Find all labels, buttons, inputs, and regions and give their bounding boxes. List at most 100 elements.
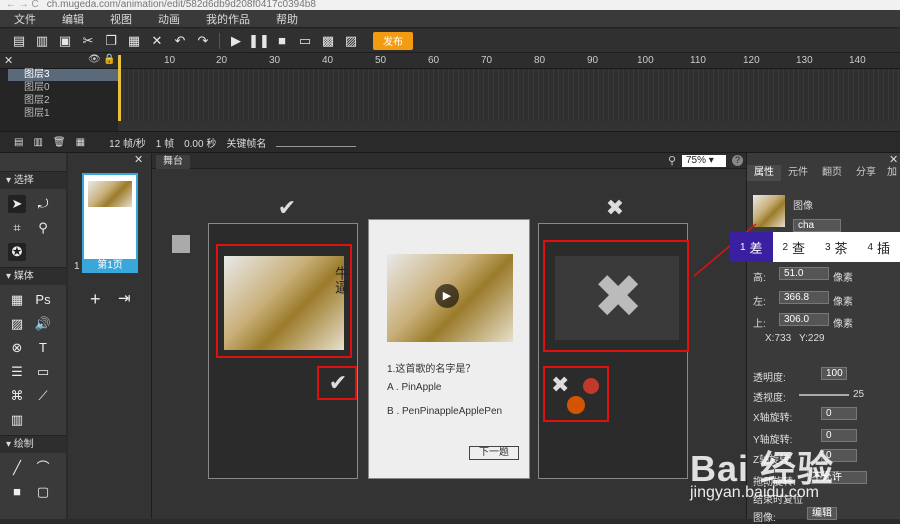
list-icon[interactable]: ☰ (8, 363, 26, 381)
element-name-input[interactable]: cha (793, 219, 841, 232)
section-media[interactable]: ▾ 媒体 (0, 267, 66, 285)
media-tool-icon[interactable]: ✪ (8, 243, 26, 261)
layer-row[interactable]: 图层3 (8, 69, 120, 81)
round-rect-tool-icon[interactable]: ▢ (34, 483, 52, 501)
lock-icon[interactable]: 🔒 (103, 54, 115, 65)
video-thumbnail[interactable]: ▶ (387, 254, 513, 342)
layer-row[interactable]: 图层2 (8, 95, 120, 107)
chart-icon[interactable]: ⟋ (34, 387, 52, 405)
opacity-input[interactable]: 100 (821, 367, 847, 380)
import-page-icon[interactable]: ⇥ (118, 289, 131, 307)
ime-candidate[interactable]: 4插 (858, 232, 900, 262)
section-select[interactable]: ▾ 选择 (0, 171, 66, 189)
check-icon[interactable]: ✔ (323, 370, 353, 396)
top-input[interactable]: 306.0 (779, 313, 829, 326)
next-button[interactable]: 下一题 (469, 446, 519, 460)
timeline-scrollbar[interactable] (118, 121, 900, 131)
eye-icon[interactable]: 👁 (88, 54, 101, 65)
wrong-image[interactable]: ✖ (555, 256, 679, 340)
pin-icon[interactable] (583, 378, 599, 394)
paste-icon[interactable]: ▦ (125, 32, 143, 50)
image-icon[interactable]: ▨ (342, 32, 360, 50)
text-tool-icon[interactable]: T (34, 339, 52, 357)
rotate-handle-icon[interactable] (567, 396, 585, 414)
open-file-icon[interactable]: ▥ (33, 32, 51, 50)
audio-icon[interactable]: 🔊 (34, 315, 52, 333)
copy-icon[interactable]: ❐ (102, 32, 120, 50)
stage-square[interactable] (172, 235, 190, 253)
new-file-icon[interactable]: ▤ (10, 32, 28, 50)
edit-image-button[interactable]: 编辑 (807, 507, 837, 520)
menu-help[interactable]: 帮助 (276, 11, 298, 27)
search-icon[interactable]: ⚲ (668, 154, 676, 167)
help-icon[interactable]: ? (732, 155, 743, 166)
form-icon[interactable]: ▭ (34, 363, 52, 381)
grid-icon[interactable]: ▦ (8, 291, 26, 309)
menu-my-works[interactable]: 我的作品 (206, 11, 250, 27)
save-icon[interactable]: ▣ (56, 32, 74, 50)
add-folder-icon[interactable]: ▥ (33, 137, 42, 148)
tab-symbols[interactable]: 元件 (781, 165, 815, 181)
option-a[interactable]: A . PinApple (387, 382, 441, 393)
height-input[interactable]: 51.0 (779, 267, 829, 280)
pause-icon[interactable]: ❚❚ (250, 32, 268, 50)
layer-row[interactable]: 图层1 (8, 108, 120, 120)
option-b[interactable]: B . PenPinappleApplePen (387, 406, 502, 417)
page-thumbnail[interactable] (82, 173, 138, 271)
image-tool-icon[interactable]: ▨ (8, 315, 26, 333)
tab-share[interactable]: 分享 (849, 165, 883, 181)
zoom-tool-icon[interactable]: ⚲ (34, 219, 52, 237)
tab-page-turn[interactable]: 翻页 (815, 165, 849, 181)
close-icon[interactable]: ✕ (4, 54, 13, 67)
code-icon[interactable]: ⌘ (8, 387, 26, 405)
menu-file[interactable]: 文件 (14, 11, 36, 27)
ime-candidate[interactable]: 2查 (773, 232, 816, 262)
pen-pineapple-image[interactable] (224, 256, 344, 350)
menu-animation[interactable]: 动画 (158, 11, 180, 27)
tab-properties[interactable]: 属性 (747, 165, 781, 181)
section-draw[interactable]: ▾ 绘制 (0, 435, 66, 453)
wrong-panel[interactable]: ✖ ✖ (538, 223, 688, 479)
close-icon[interactable]: ✕ (134, 153, 143, 166)
delete-icon[interactable]: ✕ (148, 32, 166, 50)
small-x-icon[interactable]: ✖ (551, 372, 569, 398)
tab-stage[interactable]: 舞台 (156, 155, 190, 169)
layer-options-icon[interactable]: ▦ (76, 137, 85, 148)
undo-icon[interactable]: ↶ (171, 32, 189, 50)
publish-button[interactable]: 发布 (373, 32, 413, 50)
back-forward-icons[interactable]: ← → C (6, 0, 39, 10)
add-layer-icon[interactable]: ▤ (14, 137, 23, 148)
ime-candidate[interactable]: 1差 (730, 232, 773, 262)
transform-tool-icon[interactable]: ⤾ (34, 195, 52, 213)
barcode-icon[interactable]: ▥ (8, 411, 26, 429)
pointer-tool-icon[interactable]: ➤ (8, 195, 26, 213)
preview-icon[interactable]: ▭ (296, 32, 314, 50)
delete-layer-icon[interactable]: 🗑 (53, 137, 66, 148)
line-tool-icon[interactable]: ╱ (8, 459, 26, 477)
cut-icon[interactable]: ✂ (79, 32, 97, 50)
blur-slider[interactable] (799, 394, 849, 396)
timeline-frames[interactable] (118, 69, 900, 121)
layer-row[interactable]: 图层0 (8, 82, 120, 94)
video-icon[interactable]: ⊗ (8, 339, 26, 357)
add-page-icon[interactable]: + (90, 289, 101, 310)
qrcode-icon[interactable]: ▩ (319, 32, 337, 50)
zoom-select[interactable]: 75% ▾ (682, 155, 726, 167)
xrot-input[interactable]: 0 (821, 407, 857, 420)
browser-url-bar[interactable]: ← → Cch.mugeda.com/animation/edit/582d6d… (0, 0, 900, 10)
keyframe-name-input[interactable] (276, 137, 356, 147)
photoshop-icon[interactable]: Ps (34, 291, 52, 309)
play-icon[interactable]: ▶ (227, 32, 245, 50)
question-panel[interactable]: ▶ 1.这首歌的名字是？ A . PinApple B . PenPinappl… (368, 219, 530, 479)
play-icon[interactable]: ▶ (435, 284, 459, 308)
ime-candidate[interactable]: 3茶 (815, 232, 858, 262)
curve-tool-icon[interactable]: ⌒ (34, 459, 52, 477)
crop-tool-icon[interactable]: ⌗ (8, 219, 26, 237)
menu-view[interactable]: 视图 (110, 11, 132, 27)
stop-icon[interactable]: ■ (273, 32, 291, 50)
tab-more[interactable]: 加 (883, 165, 900, 181)
menu-edit[interactable]: 编辑 (62, 11, 84, 27)
rect-tool-icon[interactable]: ■ (8, 483, 26, 501)
left-input[interactable]: 366.8 (779, 291, 829, 304)
playhead[interactable] (118, 55, 121, 121)
